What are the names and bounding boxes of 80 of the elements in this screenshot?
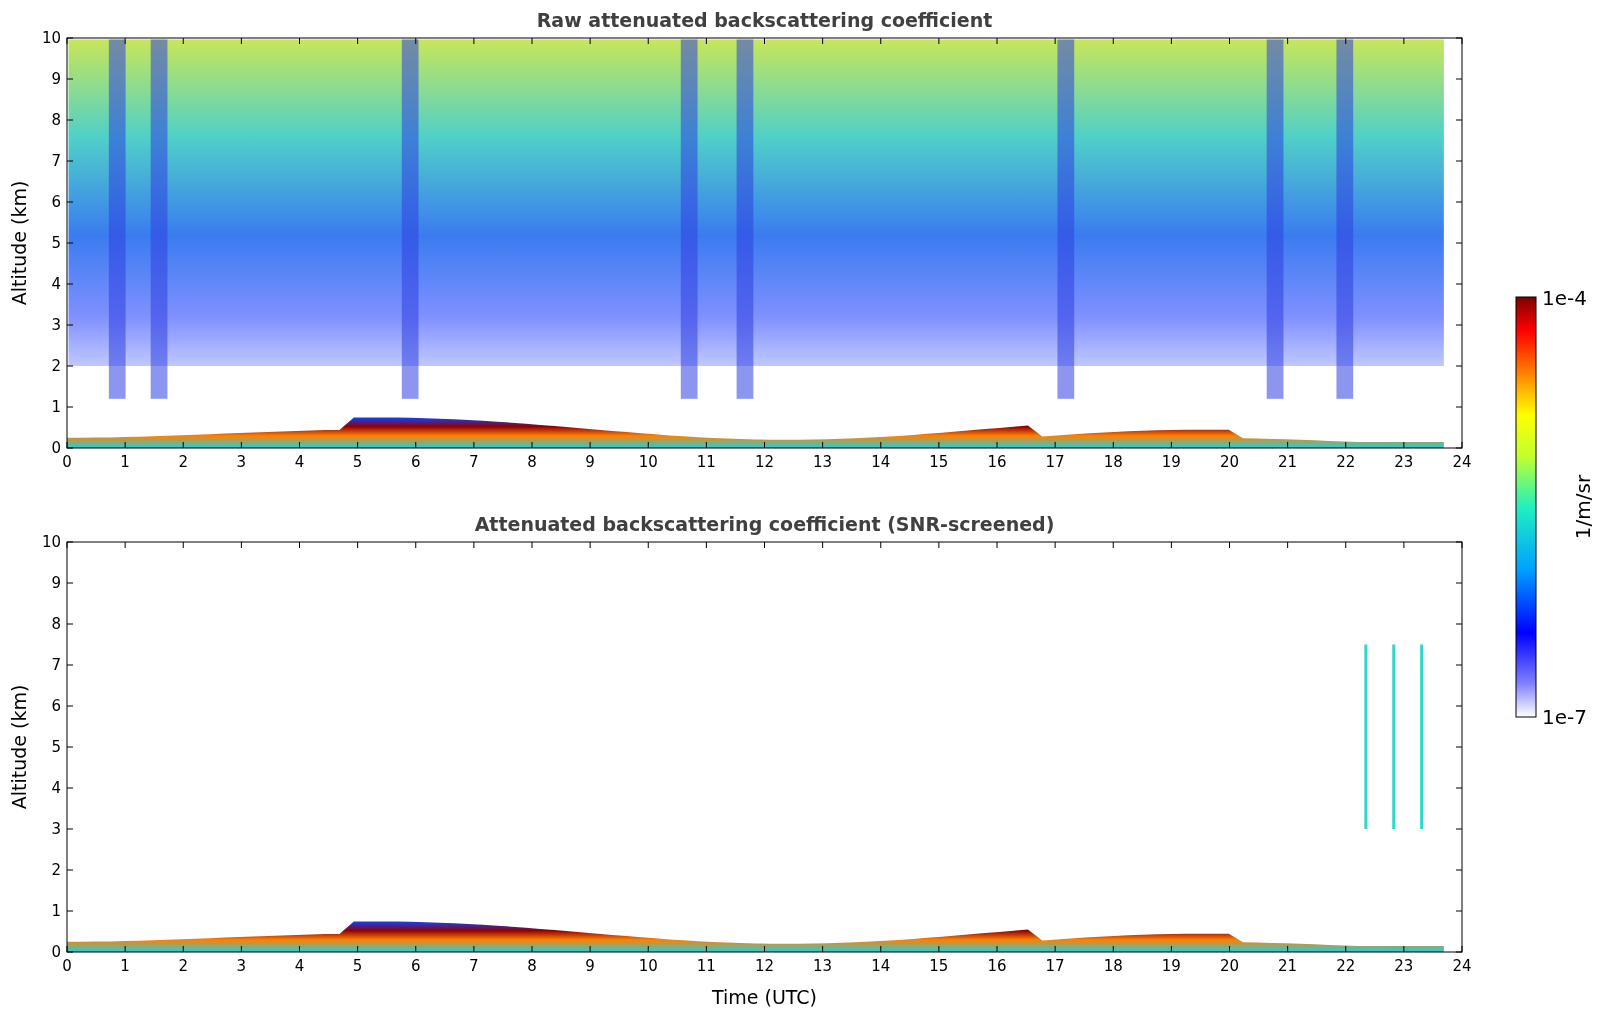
x-tick-label: 5 [352, 453, 363, 471]
x-tick-label: 6 [411, 453, 421, 471]
y-tick-label: 0 [51, 943, 61, 961]
x-tick-label: 5 [352, 957, 363, 975]
y-tick-label: 1 [51, 902, 61, 920]
y-tick-label: 9 [51, 574, 61, 592]
y-tick-label: 8 [51, 615, 61, 633]
x-tick-label: 19 [1161, 453, 1181, 471]
x-tick-label: 1 [120, 957, 130, 975]
y-tick-label: 4 [51, 779, 61, 797]
x-tick-label: 9 [585, 453, 595, 471]
y-axis-label: Altitude (km) [8, 684, 30, 810]
y-tick-label: 5 [51, 738, 61, 756]
x-tick-label: 3 [236, 957, 247, 975]
y-tick-label: 0 [51, 439, 61, 457]
x-tick-label: 15 [929, 453, 949, 471]
x-tick-label: 13 [813, 957, 833, 975]
x-tick-label: 14 [871, 453, 891, 471]
colorbar-label: 1/m/sr [1571, 474, 1595, 540]
x-tick-label: 24 [1452, 957, 1472, 975]
y-axis-label: Altitude (km) [8, 180, 30, 306]
x-tick-label: 19 [1161, 957, 1181, 975]
y-tick-label: 7 [51, 152, 61, 170]
x-tick-label: 12 [754, 453, 775, 471]
y-tick-label: 5 [51, 234, 61, 252]
x-tick-label: 10 [638, 453, 658, 471]
x-tick-label: 7 [469, 453, 479, 471]
x-tick-label: 21 [1278, 957, 1298, 975]
x-tick-label: 17 [1045, 957, 1065, 975]
x-axis-label: Time (UTC) [712, 986, 817, 1008]
x-tick-label: 15 [929, 957, 949, 975]
x-tick-label: 0 [62, 453, 72, 471]
x-tick-label: 13 [813, 453, 833, 471]
x-tick-label: 23 [1394, 453, 1414, 471]
x-tick-label: 18 [1103, 957, 1123, 975]
x-tick-label: 22 [1336, 453, 1356, 471]
x-tick-label: 16 [987, 453, 1007, 471]
x-tick-label: 3 [236, 453, 247, 471]
x-tick-label: 9 [585, 957, 595, 975]
x-tick-label: 14 [871, 957, 891, 975]
x-tick-label: 7 [469, 957, 479, 975]
x-tick-label: 24 [1452, 453, 1472, 471]
y-tick-label: 6 [51, 193, 61, 211]
y-tick-label: 3 [51, 316, 61, 334]
x-tick-label: 20 [1219, 957, 1240, 975]
plot-title: Raw attenuated backscattering coefficient [536, 9, 993, 31]
x-tick-label: 23 [1394, 957, 1414, 975]
y-tick-label: 10 [41, 29, 61, 47]
plot-title: Attenuated backscattering coefficient (SNR-screened) [474, 513, 1055, 535]
y-tick-label: 7 [51, 656, 61, 674]
y-tick-label: 3 [51, 820, 61, 838]
y-tick-label: 4 [51, 275, 61, 293]
x-tick-label: 18 [1103, 453, 1123, 471]
x-tick-label: 22 [1336, 957, 1356, 975]
colorbar-min-label: 1e-7 [1542, 705, 1587, 729]
x-tick-label: 20 [1219, 453, 1240, 471]
y-tick-label: 2 [51, 861, 61, 879]
x-tick-label: 6 [411, 957, 421, 975]
x-tick-label: 10 [638, 957, 658, 975]
x-tick-label: 11 [696, 453, 716, 471]
x-tick-label: 8 [527, 453, 537, 471]
y-tick-label: 1 [51, 398, 61, 416]
x-tick-label: 1 [120, 453, 130, 471]
x-tick-label: 21 [1278, 453, 1298, 471]
x-tick-label: 12 [754, 957, 775, 975]
x-tick-label: 11 [696, 957, 716, 975]
x-tick-label: 4 [294, 957, 305, 975]
y-tick-label: 10 [41, 533, 61, 551]
x-tick-label: 4 [294, 453, 305, 471]
y-tick-label: 8 [51, 111, 61, 129]
y-tick-label: 9 [51, 70, 61, 88]
x-tick-label: 2 [178, 957, 188, 975]
x-tick-label: 0 [62, 957, 72, 975]
x-tick-label: 8 [527, 957, 537, 975]
y-tick-label: 2 [51, 357, 61, 375]
y-tick-label: 6 [51, 697, 61, 715]
colorbar-max-label: 1e-4 [1542, 286, 1587, 310]
x-tick-label: 16 [987, 957, 1007, 975]
x-tick-label: 2 [178, 453, 188, 471]
x-tick-label: 17 [1045, 453, 1065, 471]
